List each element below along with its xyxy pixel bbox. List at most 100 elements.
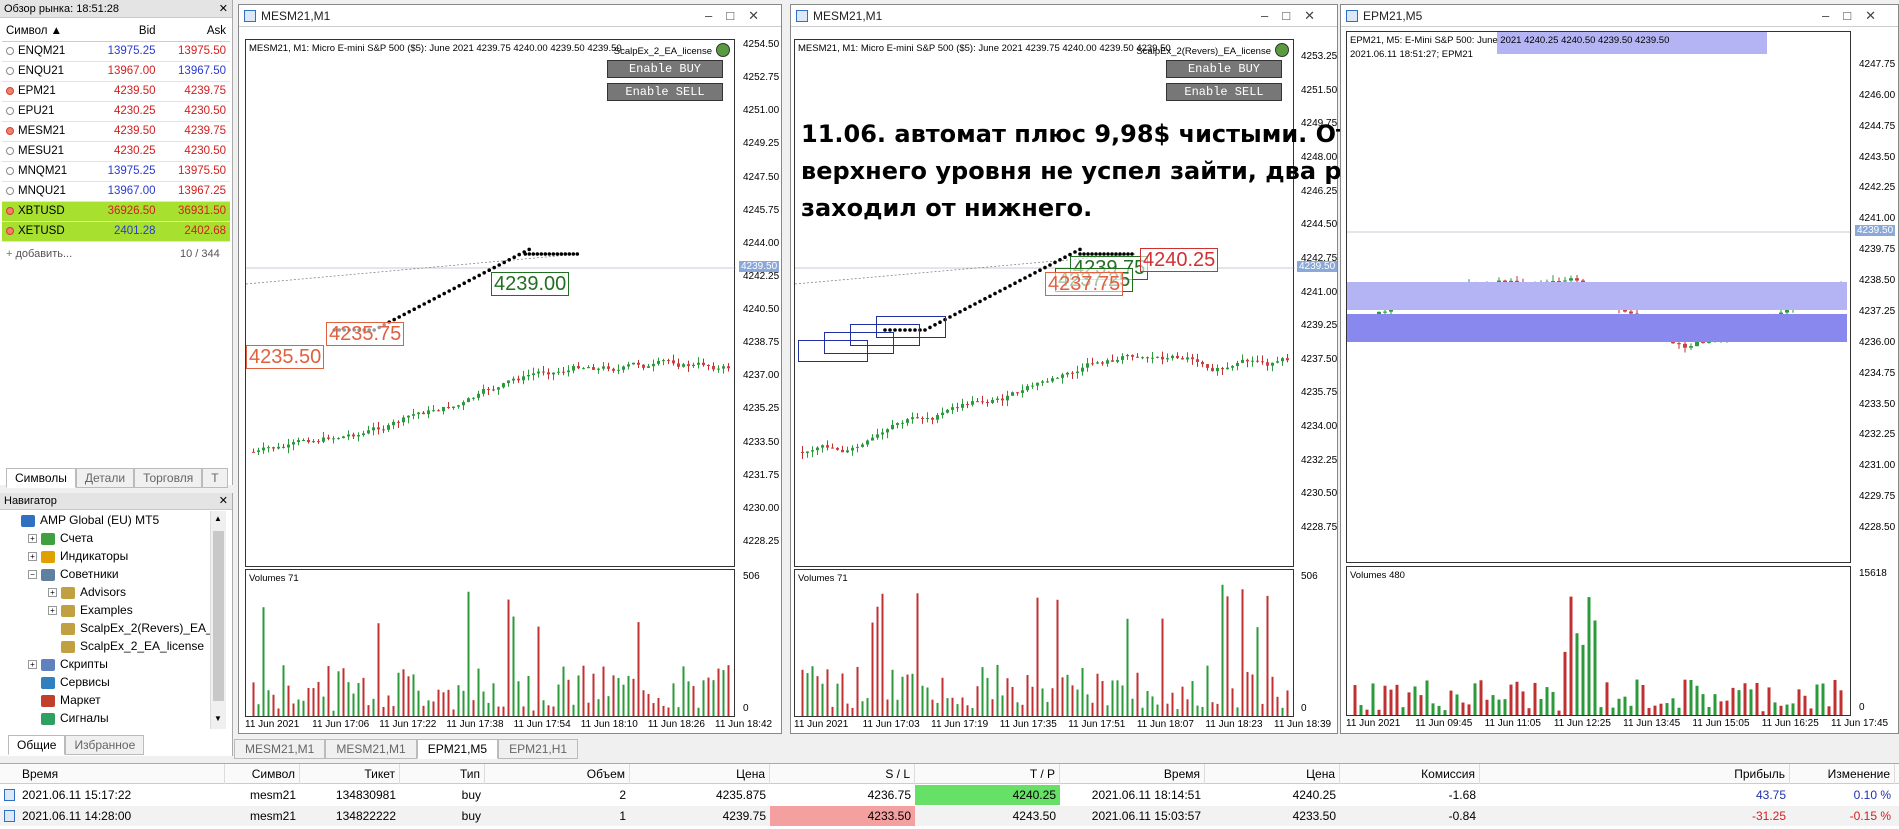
market-row[interactable]: EPM21 4239.50 4239.75 <box>2 81 230 102</box>
price-level-label[interactable]: 4235.50 <box>246 345 325 369</box>
enable-buy-button[interactable]: Enable BUY <box>1166 60 1282 78</box>
column-header[interactable]: Изменение <box>1790 764 1895 784</box>
ea-smiley-icon[interactable] <box>716 43 730 57</box>
navigator-item[interactable]: AMP Global (EU) MT5 <box>8 511 159 529</box>
price-level-label[interactable]: 4235.75 <box>326 322 405 346</box>
navigator-item[interactable]: ScalpEx_2_EA_license <box>48 637 204 655</box>
column-header[interactable]: Время <box>1060 764 1205 784</box>
window-controls[interactable]: –□✕ <box>1261 5 1329 27</box>
market-row[interactable]: EPU21 4230.25 4230.50 <box>2 101 230 122</box>
column-header[interactable]: Тикет <box>300 764 400 784</box>
expander-icon[interactable]: + <box>48 588 57 598</box>
add-symbol-row[interactable]: + добавить... <box>6 248 72 260</box>
col-bid[interactable]: Bid <box>89 22 160 42</box>
price-tick: 4228.50 <box>1859 522 1896 533</box>
volume-pane[interactable]: Volumes 480 <box>1346 566 1851 716</box>
candle <box>487 389 490 391</box>
chart-tab[interactable]: EPM21,M5 <box>416 739 499 759</box>
symbol-name: XETUSD <box>18 225 65 237</box>
navigator-item[interactable]: + Examples <box>48 601 133 619</box>
trade-row[interactable]: 2021.06.11 14:28:00 mesm21 134822222 buy 1 42… <box>0 806 1899 826</box>
price-level-label[interactable]: 4239.00 <box>491 272 570 296</box>
ea-smiley-icon[interactable] <box>1275 43 1289 57</box>
expander-icon[interactable]: + <box>28 534 37 544</box>
navigator-item[interactable]: ScalpEx_2(Revers)_EA_lice <box>48 619 210 637</box>
navigator-item[interactable]: Маркет <box>28 691 101 709</box>
expander-icon[interactable]: + <box>48 606 57 616</box>
price-chart-area[interactable]: 4239.754240.254237.254237.75MESM21, M1: … <box>794 39 1388 567</box>
window-controls[interactable]: –□✕ <box>705 5 773 27</box>
close-icon[interactable]: ✕ <box>219 0 228 18</box>
chart-icon <box>796 10 808 22</box>
enable-sell-button[interactable]: Enable SELL <box>1166 83 1282 101</box>
column-header[interactable]: Комиссия <box>1340 764 1480 784</box>
price-level-label[interactable]: 4237.75 <box>1045 272 1124 296</box>
enable-buy-button[interactable]: Enable BUY <box>607 60 723 78</box>
tab-3[interactable]: Т <box>202 468 228 488</box>
chart-tab[interactable]: EPM21,H1 <box>498 739 579 759</box>
column-header[interactable]: Цена <box>630 764 770 784</box>
navigator-item[interactable]: + Advisors <box>48 583 126 601</box>
candle <box>672 360 675 364</box>
market-row[interactable]: MNQM21 13975.25 13975.50 <box>2 161 230 182</box>
price-scale[interactable]: 4254.50 4252.75 4251.00 4249.25 4247.50 4245.… <box>739 39 784 567</box>
col-symbol[interactable]: Символ ▲ <box>2 22 90 42</box>
chart-tab[interactable]: MESM21,M1 <box>234 739 326 759</box>
market-row[interactable]: MESU21 4230.25 4230.50 <box>2 141 230 162</box>
navigator-item[interactable]: + Счета <box>28 529 93 547</box>
tab-2[interactable]: Торговля <box>134 468 203 488</box>
symbol-name: EPM21 <box>18 85 56 97</box>
market-row[interactable]: XBTUSD 36926.50 36931.50 <box>2 201 230 222</box>
chart-tab[interactable]: MESM21,M1 <box>325 739 417 759</box>
volume-pane[interactable]: Volumes 71 <box>794 569 1294 717</box>
time-axis[interactable]: 11 Jun 2021 11 Jun 09:45 11 Jun 11:05 11 Ju… <box>1346 718 1891 732</box>
col-ask[interactable]: Ask <box>159 22 230 42</box>
window-controls[interactable]: –□✕ <box>1822 5 1890 27</box>
tab-0[interactable]: Символы <box>6 468 76 488</box>
column-header[interactable]: Время <box>18 764 225 784</box>
column-header[interactable]: Объем <box>485 764 630 784</box>
navigator-item[interactable]: + Скрипты <box>28 655 108 673</box>
price-chart-area[interactable]: 4239.00 4235.75 4235.50 MESM21, M1: Micro E… <box>245 39 736 567</box>
market-row[interactable]: MNQU21 13967.00 13967.25 <box>2 181 230 202</box>
market-row[interactable]: ENQU21 13967.00 13967.50 <box>2 61 230 82</box>
market-row[interactable]: ENQM21 13975.25 13975.50 <box>2 41 230 62</box>
expander-icon[interactable]: − <box>28 570 37 580</box>
column-header[interactable]: Прибыль <box>1480 764 1790 784</box>
tab-1[interactable]: Детали <box>75 468 135 488</box>
tab-1[interactable]: Избранное <box>65 735 145 755</box>
price-scale[interactable]: 4253.25 4251.50 4249.75 4248.00 4246.25 4244.… <box>1297 39 1342 567</box>
trade-symbol-icon <box>6 126 14 135</box>
navigator-item[interactable]: − Советники <box>28 565 119 583</box>
price-chart-area[interactable]: EPM21, M5: E-Mini S&P 500: June 2021 424… <box>1346 31 1852 563</box>
expander-icon[interactable]: + <box>28 660 37 670</box>
column-header[interactable]: Цена <box>1205 764 1340 784</box>
price-level-label[interactable]: 4240.25 <box>1140 248 1219 272</box>
column-header[interactable]: Тип <box>400 764 485 784</box>
navigator-scrollbar[interactable]: ▲ ▼ <box>210 511 226 729</box>
trade-row[interactable]: 2021.06.11 15:17:22 mesm21 134830981 buy 2 42… <box>0 785 1899 805</box>
navigator-item[interactable]: + Индикаторы <box>28 547 128 565</box>
navigator-item[interactable]: Сигналы <box>28 709 109 727</box>
time-axis[interactable]: 11 Jun 2021 11 Jun 17:06 11 Jun 17:22 11 Ju… <box>245 719 775 733</box>
chart-window-title[interactable]: MESM21,M1 –□✕ <box>239 5 781 27</box>
level-dot <box>547 252 552 256</box>
tab-0[interactable]: Общие <box>8 735 66 755</box>
chart-window-title[interactable]: MESM21,M1 –□✕ <box>791 5 1337 27</box>
price-tick: 4251.00 <box>743 105 780 117</box>
price-scale[interactable]: 4247.75 4246.00 4244.75 4243.50 4242.25 4241.… <box>1855 31 1899 563</box>
level-dot <box>1038 268 1042 272</box>
time-axis[interactable]: 11 Jun 2021 11 Jun 17:03 11 Jun 17:19 11 Ju… <box>794 719 1334 733</box>
expander-icon[interactable]: + <box>28 552 37 562</box>
market-row[interactable]: MESM21 4239.50 4239.75 <box>2 121 230 142</box>
chart-window-title[interactable]: EPM21,M5 –□✕ <box>1341 5 1898 27</box>
volume-pane[interactable]: Volumes 71 <box>245 569 735 717</box>
symbol-name: MNQM21 <box>18 165 68 177</box>
enable-sell-button[interactable]: Enable SELL <box>607 83 723 101</box>
column-header[interactable]: T / P <box>915 764 1060 784</box>
close-icon[interactable]: ✕ <box>219 493 228 510</box>
market-row[interactable]: XETUSD 2401.28 2402.68 <box>2 221 230 242</box>
navigator-item[interactable]: Сервисы <box>28 673 110 691</box>
column-header[interactable]: Символ <box>225 764 300 784</box>
column-header[interactable]: S / L <box>770 764 915 784</box>
